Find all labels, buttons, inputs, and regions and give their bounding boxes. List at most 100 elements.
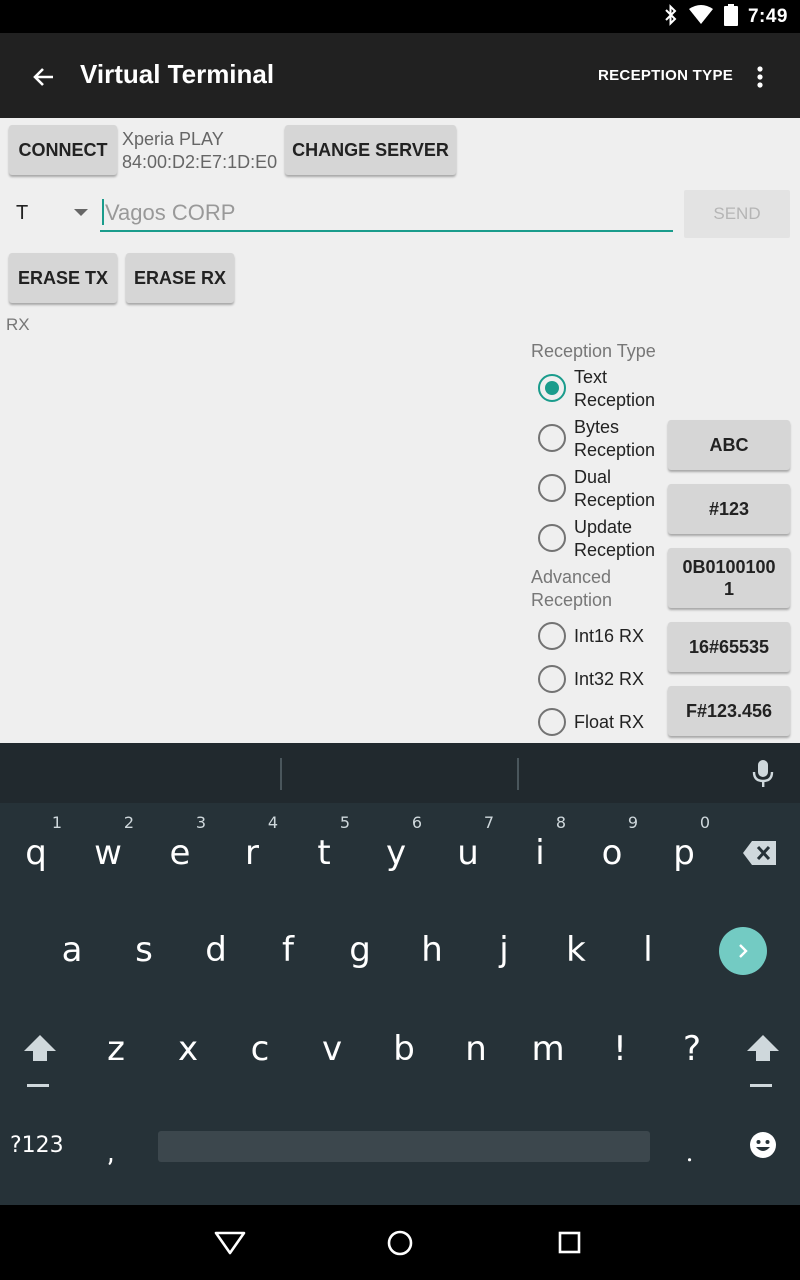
message-input[interactable]: Vagos CORP [100,198,673,232]
key-q[interactable]: q [0,833,72,873]
send-button[interactable]: SEND [684,190,790,238]
back-arrow-icon [33,68,53,86]
suggestion-divider [280,758,282,790]
text-cursor [102,199,104,225]
symbols-key[interactable]: ?123 [10,1133,64,1158]
mic-icon[interactable] [750,759,776,793]
float-rx-label[interactable]: Float RX [574,711,644,734]
key-k[interactable]: k [540,930,612,970]
dual-reception-line1: Dual [574,467,612,487]
app-bar: Virtual Terminal RECEPTION TYPE [0,33,800,118]
key-u[interactable]: u [432,833,504,873]
key-z[interactable]: z [80,1029,152,1069]
home-nav-icon[interactable] [386,1229,414,1261]
advanced-title-line1: Advanced [531,567,612,587]
type-spinner[interactable]: T [16,202,28,225]
clock: 7:49 [747,6,788,27]
update-reception-radio[interactable] [538,524,566,552]
dropdown-arrow-icon[interactable] [74,209,88,216]
key-n[interactable]: n [440,1029,512,1069]
message-input-value: Vagos CORP [105,200,236,225]
format-int16-button[interactable]: 16#65535 [668,622,790,672]
key-e[interactable]: e [144,833,216,873]
key-l[interactable]: l [612,930,684,970]
dual-reception-label[interactable]: Dual Reception [574,466,655,512]
key-exclamation[interactable]: ! [584,1029,656,1069]
key-hint: 5 [339,813,351,832]
key-i[interactable]: i [504,833,576,873]
key-d[interactable]: d [180,930,252,970]
reception-type-action[interactable]: RECEPTION TYPE [598,67,733,84]
comma-key[interactable]: , [108,1135,114,1168]
int16-rx-radio[interactable] [538,622,566,650]
erase-tx-button[interactable]: ERASE TX [9,253,117,303]
dual-reception-radio[interactable] [538,474,566,502]
key-m[interactable]: m [512,1029,584,1069]
key-hint: 6 [411,813,423,832]
connect-button[interactable]: CONNECT [9,125,117,175]
dual-reception-line2: Reception [574,490,656,510]
int16-rx-label[interactable]: Int16 RX [574,625,644,648]
key-a[interactable]: a [36,930,108,970]
key-o[interactable]: o [576,833,648,873]
emoji-icon[interactable] [749,1131,777,1163]
bytes-reception-radio[interactable] [538,424,566,452]
format-abc-button[interactable]: ABC [668,420,790,470]
erase-rx-button[interactable]: ERASE RX [126,253,234,303]
key-y[interactable]: y [360,833,432,873]
chevron-right-icon [739,944,748,958]
key-v[interactable]: v [296,1029,368,1069]
change-server-button[interactable]: CHANGE SERVER [285,125,456,175]
key-p[interactable]: p [648,833,720,873]
key-f[interactable]: f [252,930,324,970]
text-reception-line1: Text [574,367,608,387]
space-bar[interactable] [158,1131,650,1162]
bytes-reception-line2: Reception [574,440,656,460]
device-address: 84:00:D2:E7:1D:E0 [122,152,278,172]
suggestion-divider [517,758,519,790]
shift-right-icon[interactable] [745,1033,781,1093]
key-j[interactable]: j [468,930,540,970]
advanced-title-line2: Reception [531,590,613,610]
float-rx-radio[interactable] [538,708,566,736]
key-x[interactable]: x [152,1029,224,1069]
back-nav-icon[interactable] [214,1230,246,1260]
more-vert-icon [757,66,763,88]
format-binary-button[interactable]: 0B0100100 1 [668,548,790,608]
key-hint: 2 [123,813,135,832]
reception-type-title: Reception Type [531,341,656,361]
key-hint: 9 [627,813,639,832]
key-c[interactable]: c [224,1029,296,1069]
bytes-reception-label[interactable]: Bytes Reception [574,416,655,462]
key-r[interactable]: r [216,833,288,873]
device-info: Xperia PLAY 84:00:D2:E7:1D:E0 [122,128,277,174]
navigation-bar [0,1205,800,1280]
wifi-icon [688,5,714,29]
update-reception-label[interactable]: Update Reception [574,516,655,562]
key-hint: 4 [267,813,279,832]
text-reception-label[interactable]: Text Reception [574,366,655,412]
format-float-button[interactable]: F#123.456 [668,686,790,736]
recents-nav-icon[interactable] [558,1231,582,1259]
device-name: Xperia PLAY [122,129,224,149]
advanced-reception-title: Advanced Reception [531,566,612,612]
overflow-menu-button[interactable] [744,59,776,95]
text-reception-radio[interactable] [538,374,566,402]
shift-left-icon[interactable] [22,1033,58,1093]
key-t[interactable]: t [288,833,360,873]
key-s[interactable]: s [108,930,180,970]
backspace-icon[interactable] [742,840,778,870]
key-h[interactable]: h [396,930,468,970]
key-b[interactable]: b [368,1029,440,1069]
key-g[interactable]: g [324,930,396,970]
key-w[interactable]: w [72,833,144,873]
back-button[interactable] [22,55,66,99]
update-reception-line1: Update [574,517,633,537]
enter-button[interactable] [719,927,767,975]
format-hash123-button[interactable]: #123 [668,484,790,534]
key-question[interactable]: ? [656,1029,728,1069]
text-reception-line2: Reception [574,390,656,410]
period-key[interactable]: . [686,1135,693,1168]
int32-rx-label[interactable]: Int32 RX [574,668,644,691]
int32-rx-radio[interactable] [538,665,566,693]
